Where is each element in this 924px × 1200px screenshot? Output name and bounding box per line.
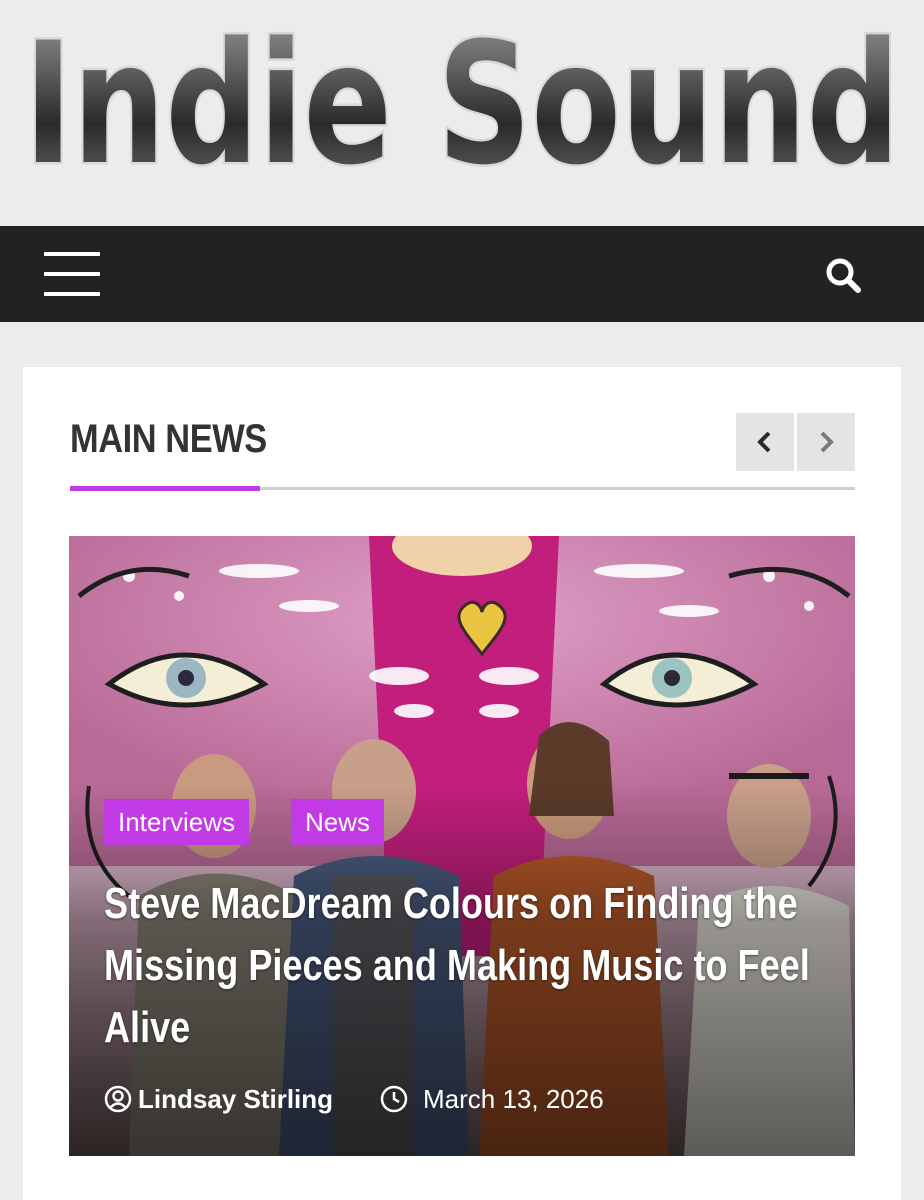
- chevron-left-icon: [757, 431, 771, 453]
- logo-text: Indie Sound: [24, 22, 900, 188]
- main-news-card: MAIN NEWS Interviews News Steve MacDream…: [23, 367, 901, 1200]
- featured-slide[interactable]: Interviews News Steve MacDream Colours o…: [69, 536, 855, 1156]
- site-header: Indie Sound: [0, 0, 924, 226]
- slider-next-button[interactable]: [797, 413, 855, 471]
- search-icon[interactable]: [818, 250, 868, 300]
- clock-icon: [380, 1085, 408, 1113]
- main-navbar: [0, 226, 924, 322]
- section-divider-accent: [70, 486, 260, 491]
- tag-news[interactable]: News: [291, 799, 385, 845]
- article-title-text: Steve MacDream Colours on Finding the Mi…: [104, 879, 810, 1052]
- user-circle-icon: [104, 1085, 132, 1113]
- article-title[interactable]: Steve MacDream Colours on Finding the Mi…: [104, 873, 826, 1059]
- publish-date: March 13, 2026: [423, 1084, 604, 1114]
- section-title: MAIN NEWS: [70, 417, 267, 461]
- tag-interviews[interactable]: Interviews: [104, 799, 250, 845]
- author-name: Lindsay Stirling: [138, 1084, 334, 1114]
- chevron-right-icon: [820, 431, 834, 453]
- image-overlay: [69, 536, 855, 1156]
- hamburger-menu-icon[interactable]: [44, 252, 100, 296]
- slider-prev-button[interactable]: [736, 413, 794, 471]
- site-logo[interactable]: Indie Sound: [18, 22, 906, 188]
